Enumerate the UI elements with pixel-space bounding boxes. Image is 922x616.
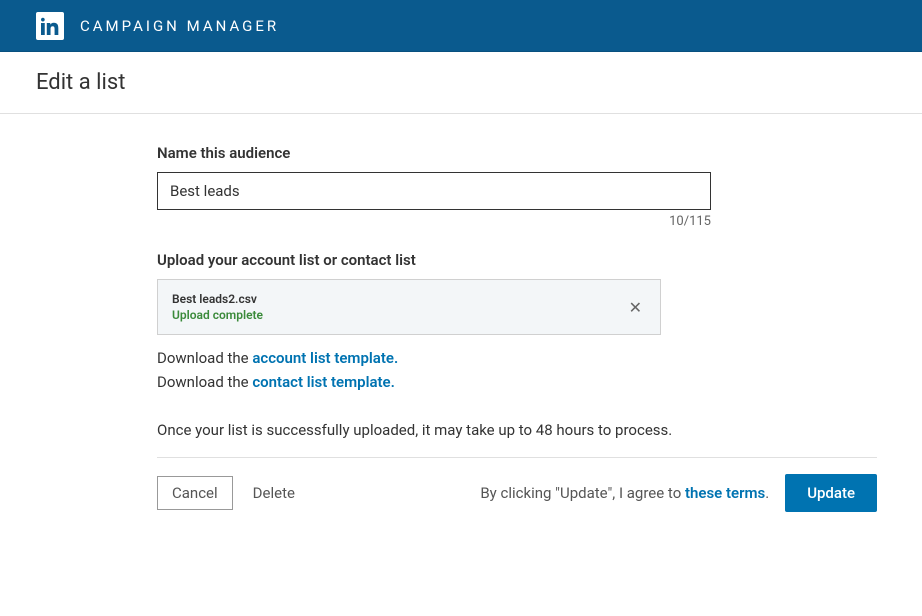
name-label: Name this audience	[157, 144, 877, 162]
page-subheader: Edit a list	[0, 52, 922, 114]
upload-label: Upload your account list or contact list	[157, 251, 877, 269]
update-button[interactable]: Update	[785, 474, 877, 512]
download-prefix-2: Download the	[157, 373, 252, 391]
terms-text: By clicking "Update", I agree to these t…	[480, 484, 769, 502]
contact-template-link[interactable]: contact list template.	[252, 373, 395, 391]
upload-box: Best leads2.csv Upload complete ✕	[157, 279, 661, 335]
footer-actions: Cancel Delete By clicking "Update", I ag…	[157, 474, 877, 512]
app-header: CAMPAIGN MANAGER	[0, 0, 922, 52]
divider	[157, 457, 877, 458]
app-title: CAMPAIGN MANAGER	[80, 17, 279, 35]
upload-info: Best leads2.csv Upload complete	[172, 292, 263, 322]
terms-suffix: .	[765, 484, 769, 502]
download-contact-line: Download the contact list template.	[157, 373, 877, 391]
download-account-line: Download the account list template.	[157, 349, 877, 367]
delete-button[interactable]: Delete	[253, 484, 295, 502]
close-icon[interactable]: ✕	[625, 294, 646, 321]
terms-prefix: By clicking "Update", I agree to	[480, 484, 685, 502]
upload-filename: Best leads2.csv	[172, 292, 263, 306]
upload-status: Upload complete	[172, 308, 263, 322]
linkedin-icon[interactable]	[36, 12, 64, 40]
cancel-button[interactable]: Cancel	[157, 476, 233, 510]
page-title: Edit a list	[36, 70, 886, 95]
terms-link[interactable]: these terms	[685, 484, 765, 502]
account-template-link[interactable]: account list template.	[252, 349, 398, 367]
download-prefix-1: Download the	[157, 349, 252, 367]
char-count: 10/115	[157, 214, 711, 229]
audience-name-input[interactable]	[157, 172, 711, 210]
footer-right: By clicking "Update", I agree to these t…	[480, 474, 877, 512]
linkedin-logo-svg	[41, 17, 59, 35]
footer-left: Cancel Delete	[157, 476, 295, 510]
main-content: Name this audience 10/115 Upload your ac…	[157, 114, 877, 512]
processing-note: Once your list is successfully uploaded,…	[157, 421, 877, 439]
